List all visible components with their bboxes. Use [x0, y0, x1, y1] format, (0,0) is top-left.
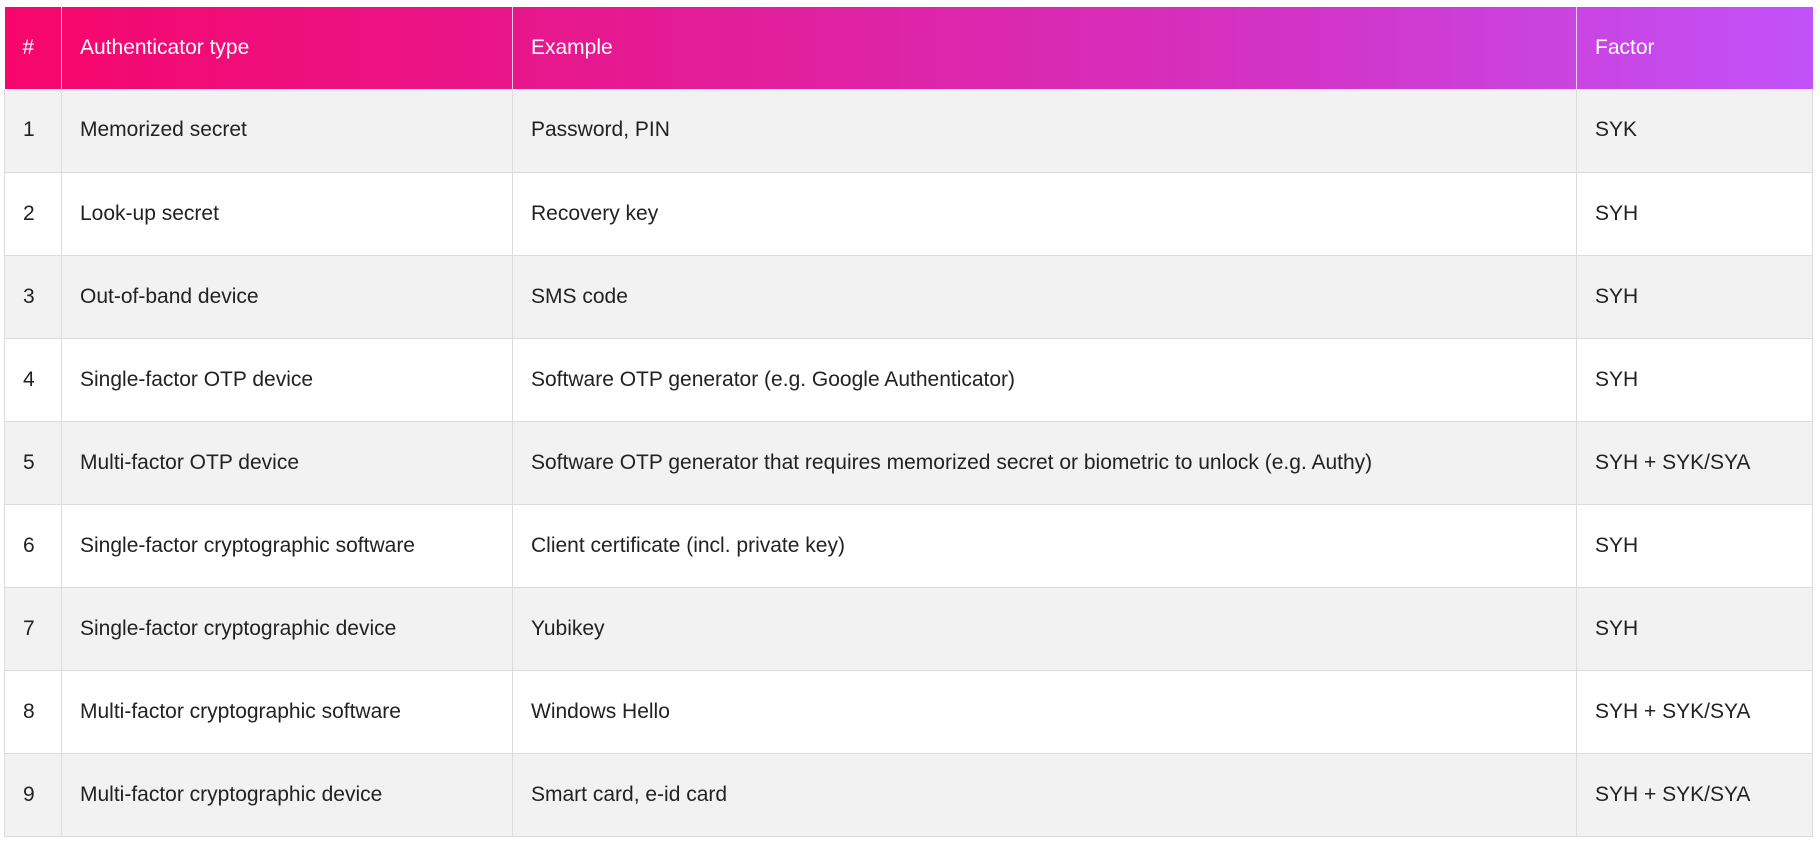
header-number: #	[4, 7, 62, 89]
authenticator-type-cell: Single-factor OTP device	[61, 338, 513, 422]
example-cell: Password, PIN	[512, 89, 1577, 173]
table-row: 5 Multi-factor OTP device Software OTP g…	[4, 421, 1813, 505]
factor-cell: SYH	[1576, 255, 1813, 339]
table-row: 6 Single-factor cryptographic software C…	[4, 504, 1813, 588]
header-authenticator-type: Authenticator type	[61, 7, 513, 89]
header-example: Example	[512, 7, 1577, 89]
factor-cell: SYH + SYK/SYA	[1576, 670, 1813, 754]
row-number: 8	[4, 670, 62, 754]
row-number: 4	[4, 338, 62, 422]
example-cell: SMS code	[512, 255, 1577, 339]
example-cell: Software OTP generator (e.g. Google Auth…	[512, 338, 1577, 422]
row-number: 2	[4, 172, 62, 256]
table-row: 1 Memorized secret Password, PIN SYK	[4, 89, 1813, 173]
table-row: 4 Single-factor OTP device Software OTP …	[4, 338, 1813, 422]
authenticator-type-cell: Multi-factor OTP device	[61, 421, 513, 505]
row-number: 6	[4, 504, 62, 588]
factor-cell: SYH + SYK/SYA	[1576, 421, 1813, 505]
example-cell: Windows Hello	[512, 670, 1577, 754]
authenticator-type-cell: Memorized secret	[61, 89, 513, 173]
table-row: 8 Multi-factor cryptographic software Wi…	[4, 670, 1813, 754]
authenticator-type-cell: Out-of-band device	[61, 255, 513, 339]
example-cell: Smart card, e-id card	[512, 753, 1577, 837]
example-cell: Yubikey	[512, 587, 1577, 671]
row-number: 5	[4, 421, 62, 505]
table-header: # Authenticator type Example Factor	[4, 7, 1813, 89]
row-number: 9	[4, 753, 62, 837]
authenticator-type-cell: Multi-factor cryptographic software	[61, 670, 513, 754]
authenticator-type-cell: Single-factor cryptographic device	[61, 587, 513, 671]
factor-cell: SYH	[1576, 587, 1813, 671]
row-number: 7	[4, 587, 62, 671]
row-number: 3	[4, 255, 62, 339]
factor-cell: SYH	[1576, 338, 1813, 422]
authenticator-types-table: # Authenticator type Example Factor 1 Me…	[4, 7, 1813, 837]
table-row: 2 Look-up secret Recovery key SYH	[4, 172, 1813, 256]
example-cell: Software OTP generator that requires mem…	[512, 421, 1577, 505]
example-cell: Client certificate (incl. private key)	[512, 504, 1577, 588]
factor-cell: SYH	[1576, 504, 1813, 588]
factor-cell: SYK	[1576, 89, 1813, 173]
table-row: 9 Multi-factor cryptographic device Smar…	[4, 753, 1813, 837]
factor-cell: SYH	[1576, 172, 1813, 256]
row-number: 1	[4, 89, 62, 173]
authenticator-type-cell: Single-factor cryptographic software	[61, 504, 513, 588]
example-cell: Recovery key	[512, 172, 1577, 256]
table-body: 1 Memorized secret Password, PIN SYK 2 L…	[4, 89, 1813, 837]
factor-cell: SYH + SYK/SYA	[1576, 753, 1813, 837]
header-factor: Factor	[1595, 36, 1655, 59]
table-row: 3 Out-of-band device SMS code SYH	[4, 255, 1813, 339]
authenticator-type-cell: Look-up secret	[61, 172, 513, 256]
table-row: 7 Single-factor cryptographic device Yub…	[4, 587, 1813, 671]
authenticator-table-container: # Authenticator type Example Factor 1 Me…	[4, 7, 1813, 837]
header-row: # Authenticator type Example Factor	[4, 7, 1813, 89]
authenticator-type-cell: Multi-factor cryptographic device	[61, 753, 513, 837]
